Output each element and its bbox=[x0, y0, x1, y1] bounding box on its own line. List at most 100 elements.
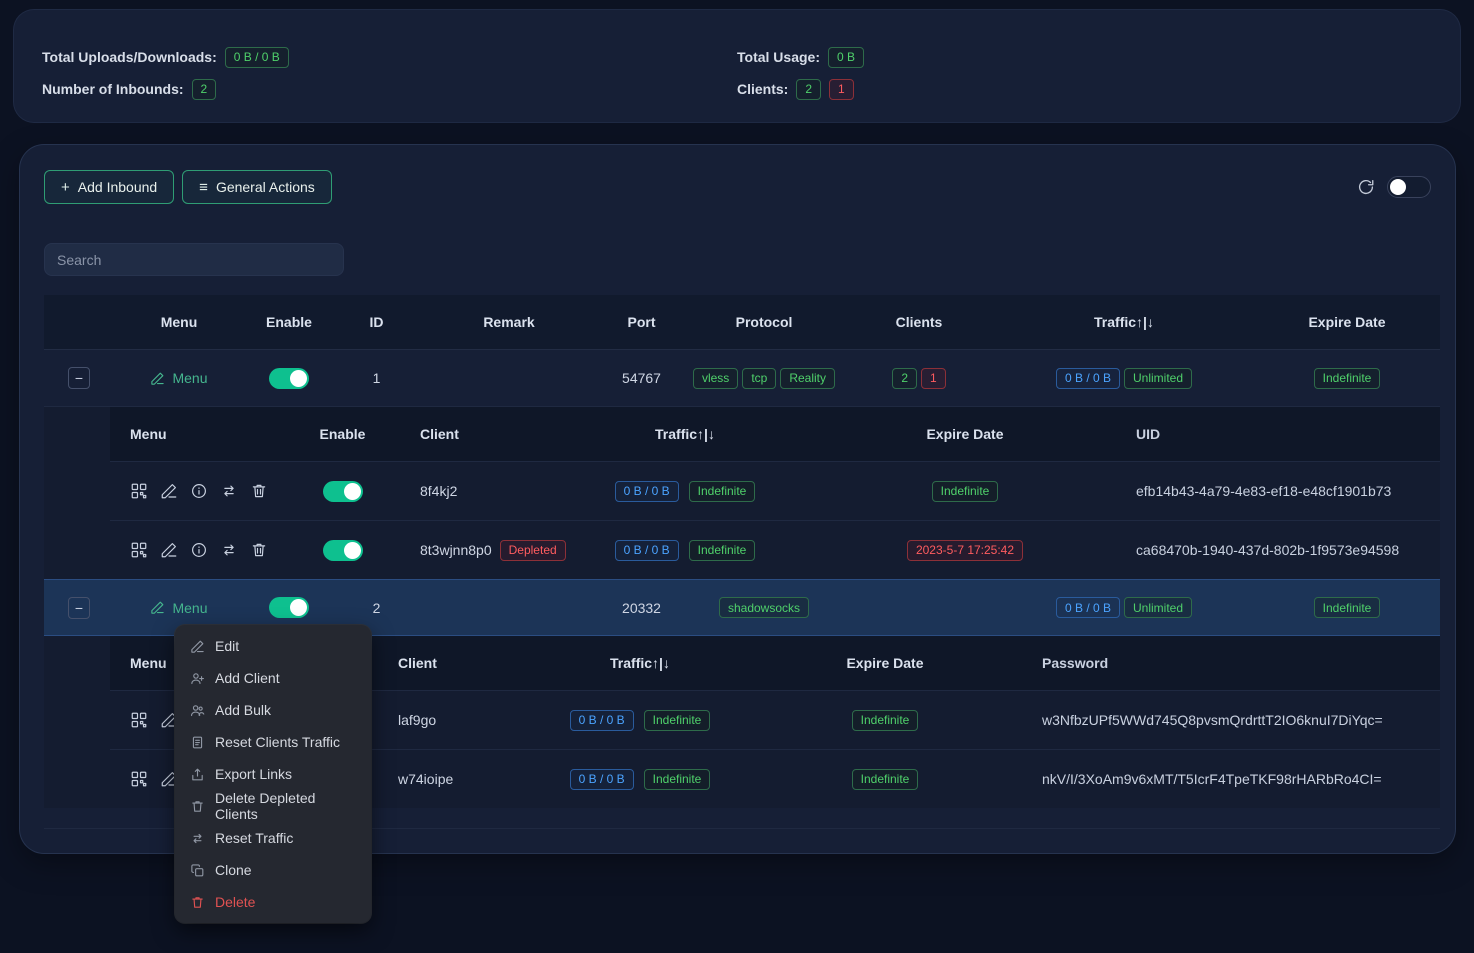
delete-client-icon[interactable] bbox=[250, 541, 268, 559]
stat-inbounds-label: Number of Inbounds: bbox=[42, 81, 184, 97]
context-menu-item-reset-clients-traffic[interactable]: Reset Clients Traffic bbox=[175, 726, 371, 758]
stat-total-usage: Total Usage: 0 B bbox=[737, 42, 1432, 72]
context-menu-label: Clone bbox=[215, 862, 252, 878]
client-expire-badge: Indefinite bbox=[932, 481, 999, 502]
users-icon bbox=[190, 703, 205, 718]
user-add-icon bbox=[190, 671, 205, 686]
stat-clients-active-badge: 2 bbox=[796, 79, 821, 100]
row-menu-trigger[interactable]: Menu bbox=[150, 370, 207, 386]
stat-usage-label: Total Usage: bbox=[737, 49, 820, 65]
client-enable-toggle[interactable] bbox=[323, 481, 363, 502]
header-id: ID bbox=[334, 314, 419, 330]
client-header-traffic[interactable]: Traffic↑|↓ bbox=[560, 426, 810, 442]
qr-code-icon[interactable] bbox=[130, 541, 148, 559]
enable-toggle[interactable] bbox=[269, 368, 309, 389]
client-name: w74ioipe bbox=[398, 771, 453, 787]
plus-icon: + bbox=[61, 180, 70, 195]
inbound-context-menu: Edit Add Client Add Bulk Reset Clients T… bbox=[175, 625, 371, 923]
expire-badge: Indefinite bbox=[1314, 368, 1381, 389]
context-menu-item-add-bulk[interactable]: Add Bulk bbox=[175, 694, 371, 726]
collapse-row-button[interactable]: − bbox=[68, 597, 90, 619]
client-header-traffic[interactable]: Traffic↑|↓ bbox=[540, 655, 740, 671]
inbound-row-1: − Menu 1 54767 vless tcp Reality 2 1 0 bbox=[44, 350, 1440, 407]
client-row: 8f4kj2 0 B / 0 B Indefinite Indefinite e… bbox=[110, 461, 1440, 520]
client-header-password: Password bbox=[1030, 655, 1440, 671]
edit-icon bbox=[190, 639, 205, 654]
clients-depleted-badge: 1 bbox=[921, 368, 946, 389]
qr-code-icon[interactable] bbox=[130, 711, 148, 729]
enable-toggle[interactable] bbox=[269, 597, 309, 618]
traffic-limit-badge: Unlimited bbox=[1124, 368, 1192, 389]
traffic-limit-badge: Unlimited bbox=[1124, 597, 1192, 618]
client-expire-badge: 2023-5-7 17:25:42 bbox=[907, 540, 1023, 561]
clients-table-vless: Menu Enable Client Traffic↑|↓ Expire Dat… bbox=[110, 407, 1440, 579]
row-menu-trigger[interactable]: Menu bbox=[150, 600, 207, 616]
client-uid: ca68470b-1940-437d-802b-1f9573e94598 bbox=[1120, 542, 1440, 558]
inbounds-table-header: Menu Enable ID Remark Port Protocol Clie… bbox=[44, 295, 1440, 350]
inbound-port: 54767 bbox=[599, 370, 684, 386]
context-menu-item-add-client[interactable]: Add Client bbox=[175, 662, 371, 694]
menu-lines-icon: ≡ bbox=[199, 180, 208, 195]
client-header-expire: Expire Date bbox=[810, 426, 1120, 442]
qr-code-icon[interactable] bbox=[130, 770, 148, 788]
client-limit-badge: Indefinite bbox=[644, 710, 711, 731]
client-limit-badge: Indefinite bbox=[689, 540, 756, 561]
client-header-expire: Expire Date bbox=[740, 655, 1030, 671]
context-menu-item-export-links[interactable]: Export Links bbox=[175, 758, 371, 790]
client-traffic-badge: 0 B / 0 B bbox=[615, 481, 679, 502]
context-menu-item-delete-depleted-clients[interactable]: Delete Depleted Clients bbox=[175, 790, 371, 822]
theme-toggle[interactable] bbox=[1387, 176, 1431, 198]
context-menu-item-edit[interactable]: Edit bbox=[175, 630, 371, 662]
expire-badge: Indefinite bbox=[1314, 597, 1381, 618]
stat-inbounds: Number of Inbounds: 2 bbox=[42, 74, 737, 104]
client-header-uid: UID bbox=[1120, 426, 1440, 442]
client-traffic-badge: 0 B / 0 B bbox=[570, 769, 634, 790]
file-reset-icon bbox=[190, 735, 205, 750]
header-expire-date: Expire Date bbox=[1254, 314, 1440, 330]
client-expire-badge: Indefinite bbox=[852, 769, 919, 790]
edit-client-icon[interactable] bbox=[160, 482, 178, 500]
header-enable: Enable bbox=[244, 314, 334, 330]
stat-uploads-downloads: Total Uploads/Downloads: 0 B / 0 B bbox=[42, 42, 737, 72]
client-row: 8t3wjnn8p0 Depleted 0 B / 0 B Indefinite… bbox=[110, 520, 1440, 579]
client-traffic-badge: 0 B / 0 B bbox=[615, 540, 679, 561]
context-menu-item-clone[interactable]: Clone bbox=[175, 854, 371, 886]
client-limit-badge: Indefinite bbox=[644, 769, 711, 790]
edit-icon bbox=[150, 600, 165, 615]
qr-code-icon[interactable] bbox=[130, 482, 148, 500]
add-inbound-button[interactable]: + Add Inbound bbox=[44, 170, 174, 204]
inbound-id: 2 bbox=[334, 600, 419, 616]
depleted-badge: Depleted bbox=[500, 540, 566, 561]
context-menu-item-delete[interactable]: Delete bbox=[175, 886, 371, 918]
theme-toggle-knob bbox=[1390, 179, 1406, 195]
client-name: laf9go bbox=[398, 712, 436, 728]
info-icon[interactable] bbox=[190, 482, 208, 500]
client-enable-toggle[interactable] bbox=[323, 540, 363, 561]
general-actions-label: General Actions bbox=[216, 179, 315, 195]
general-actions-button[interactable]: ≡ General Actions bbox=[182, 170, 332, 204]
stat-clients-label: Clients: bbox=[737, 81, 788, 97]
client-limit-badge: Indefinite bbox=[689, 481, 756, 502]
add-inbound-label: Add Inbound bbox=[78, 179, 157, 195]
client-header-client: Client bbox=[390, 655, 540, 671]
search-input[interactable] bbox=[44, 243, 344, 276]
client-traffic-badge: 0 B / 0 B bbox=[570, 710, 634, 731]
header-menu: Menu bbox=[114, 314, 244, 330]
context-menu-item-reset-traffic[interactable]: Reset Traffic bbox=[175, 822, 371, 854]
context-menu-label: Reset Traffic bbox=[215, 830, 293, 846]
delete-client-icon[interactable] bbox=[250, 482, 268, 500]
client-uid: efb14b43-4a79-4e83-ef18-e48cf1901b73 bbox=[1120, 483, 1440, 499]
collapse-row-button[interactable]: − bbox=[68, 367, 90, 389]
info-icon[interactable] bbox=[190, 541, 208, 559]
header-traffic-sort[interactable]: Traffic↑|↓ bbox=[994, 314, 1254, 330]
context-menu-label: Delete Depleted Clients bbox=[215, 790, 356, 822]
refresh-icon[interactable] bbox=[1357, 178, 1375, 196]
edit-client-icon[interactable] bbox=[160, 541, 178, 559]
client-name: 8t3wjnn8p0 bbox=[420, 542, 492, 558]
context-menu-label: Add Bulk bbox=[215, 702, 271, 718]
reset-traffic-icon[interactable] bbox=[220, 541, 238, 559]
context-menu-label: Edit bbox=[215, 638, 239, 654]
traffic-badge: 0 B / 0 B bbox=[1056, 597, 1120, 618]
delete-icon bbox=[190, 895, 205, 910]
reset-traffic-icon[interactable] bbox=[220, 482, 238, 500]
